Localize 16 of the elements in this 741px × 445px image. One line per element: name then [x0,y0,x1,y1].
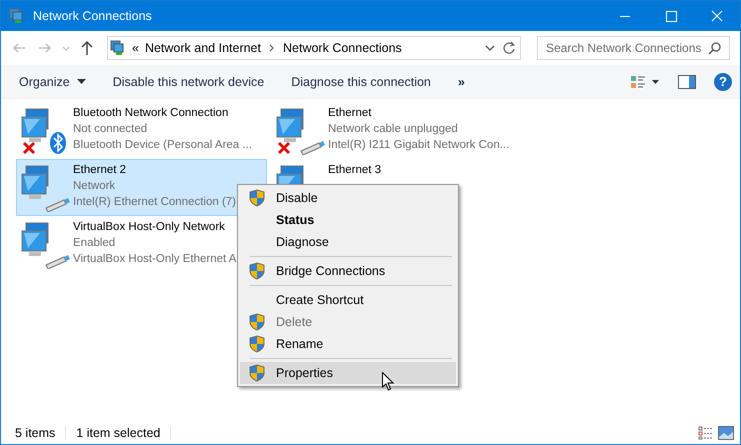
connection-status: Enabled [73,236,116,251]
device-name: Bluetooth Device (Personal Area ... [73,138,252,153]
connection-name: Bluetooth Network Connection [73,106,230,121]
connection-status: Network cable unplugged [328,122,459,137]
device-name: VirtualBox Host-Only Ethernet A [73,252,236,267]
connection-status: Network [73,179,116,194]
connection-name: VirtualBox Host-Only Network [73,220,226,235]
connection-name: Ethernet 2 [73,163,128,178]
item-count: 5 items [15,426,66,440]
device-name: Intel(R) Ethernet Connection (7) [73,195,236,210]
connection-name: Ethernet [328,106,372,121]
window-title: Network Connections [33,9,152,23]
connection-name: Ethernet 3 [328,163,382,178]
device-name: Intel(R) I211 Gigabit Network Con... [328,138,510,153]
connection-status: Not connected [73,122,148,137]
selection-count: 1 item selected [76,426,172,440]
